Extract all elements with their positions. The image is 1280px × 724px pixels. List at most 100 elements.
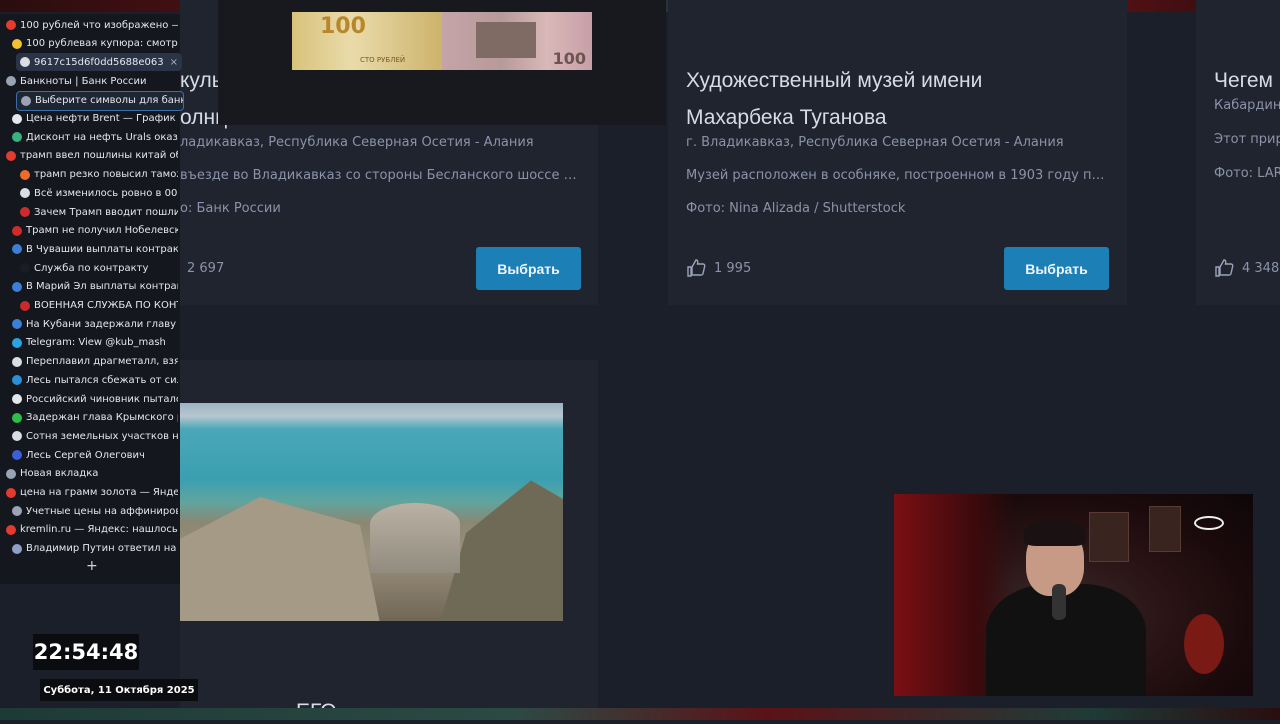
browser-tab[interactable]: Банкноты | Банк России xyxy=(6,72,178,90)
card-title-line1: Чегем xyxy=(1214,69,1273,92)
tab-label: Telegram: View @kub_mash xyxy=(26,337,166,349)
tab-label: В Чувашии выплаты контракт xyxy=(26,243,178,255)
tab-label: трамп ввел пошлины китай об xyxy=(20,150,178,162)
thumbs-up-icon xyxy=(1215,259,1234,277)
browser-tab[interactable]: Переплавил драгметалл, взял xyxy=(12,353,178,371)
tab-label: Владимир Путин ответил на во xyxy=(26,543,178,555)
tab-favicon-icon xyxy=(20,188,30,199)
browser-tab[interactable]: цена на грамм золота — Яндекс xyxy=(6,484,178,502)
likes-count: 4 348 xyxy=(1242,260,1280,276)
tab-favicon-icon xyxy=(12,412,22,423)
clock-time: 22:54:48 xyxy=(33,634,139,670)
tab-favicon-icon xyxy=(20,207,30,217)
tab-label: Новая вкладка xyxy=(20,468,99,480)
browser-tab[interactable]: Telegram: View @kub_mash xyxy=(12,334,178,352)
tab-label: Трамп не получил Нобелевску xyxy=(26,225,178,237)
close-tab-icon[interactable]: × xyxy=(170,57,178,68)
browser-tab[interactable]: Задержан глава Крымского ра xyxy=(12,409,178,427)
tab-label: kremlin.ru — Яндекс: нашлось 14 xyxy=(20,524,178,536)
card-description: Музей расположен в особняке, построенном… xyxy=(686,168,1108,183)
browser-tab[interactable]: трамп ввел пошлины китай об xyxy=(6,147,178,165)
wall-frame xyxy=(1149,506,1181,552)
tab-label: трамп резко повысил тамож xyxy=(34,169,178,181)
tab-label: Зачем Трамп вводит пошлин xyxy=(34,206,178,218)
tab-label: 9617c15d6f0dd5688e063 xyxy=(34,56,164,68)
browser-tab[interactable]: kremlin.ru — Яндекс: нашлось 14 xyxy=(6,521,178,539)
card-photo-credit: Фото: Nina Alizada / Shutterstock xyxy=(686,201,906,216)
tab-favicon-icon xyxy=(12,375,22,386)
dam-reservoir-photo xyxy=(180,403,563,621)
browser-tab[interactable]: Трамп не получил Нобелевску xyxy=(12,222,178,240)
new-tab-button[interactable]: + xyxy=(86,558,98,574)
tab-favicon-icon xyxy=(12,394,22,404)
tab-label: Лесь пытался сбежать от сило xyxy=(26,374,178,386)
browser-tab[interactable]: Выберите символы для банк xyxy=(16,90,184,111)
browser-tab[interactable]: Зачем Трамп вводит пошлин xyxy=(20,203,178,221)
browser-tab[interactable]: Учетные цены на аффинирова xyxy=(12,502,178,520)
tab-favicon-icon xyxy=(6,20,16,30)
browser-tab[interactable]: 100 рублей что изображено — Я xyxy=(6,16,178,34)
person-hair xyxy=(1024,520,1086,546)
tab-favicon-icon xyxy=(6,150,16,161)
card-likes[interactable]: 2 697 xyxy=(187,261,224,276)
browser-tab[interactable]: Лесь Сергей Олегович xyxy=(12,446,178,464)
tab-favicon-icon xyxy=(12,38,22,49)
browser-tab[interactable]: В Марий Эл выплаты контракт xyxy=(12,278,178,296)
tab-favicon-icon xyxy=(20,300,30,311)
card-description: въезде во Владикавказ со стороны Бесланс… xyxy=(180,168,580,183)
browser-tab[interactable]: Служба по контракту xyxy=(20,259,178,277)
card-likes[interactable]: 1 995 xyxy=(686,259,751,277)
card-location: ладикавказ, Республика Северная Осетия -… xyxy=(180,135,534,150)
rock-shape xyxy=(180,497,380,621)
browser-tab[interactable]: Цена нефти Brent — График UK xyxy=(12,110,178,128)
browser-tab[interactable]: ВОЕННАЯ СЛУЖБА ПО КОНТ xyxy=(20,297,178,315)
browser-tab[interactable]: Владимир Путин ответил на во xyxy=(12,540,178,558)
tab-favicon-icon xyxy=(20,263,30,274)
tab-favicon-icon xyxy=(12,132,22,143)
banknote-value: 100 xyxy=(320,14,366,39)
browser-tab[interactable]: 100 рублевая купюра: смотрит xyxy=(12,35,178,53)
browser-tab[interactable]: Дисконт на нефть Urals оказал xyxy=(12,128,178,146)
browser-tab[interactable]: Сотня земельных участков на xyxy=(12,427,178,445)
webcam-feed xyxy=(894,494,1253,696)
tab-favicon-icon xyxy=(12,319,22,330)
choose-button[interactable]: Выбрать xyxy=(476,247,581,290)
tab-label: 100 рублевая купюра: смотрит xyxy=(26,38,178,50)
browser-tab[interactable]: трамп резко повысил тамож xyxy=(20,166,178,184)
tab-label: Переплавил драгметалл, взял xyxy=(26,356,178,368)
browser-tab[interactable]: 9617c15d6f0dd5688e063 × xyxy=(16,53,182,72)
building-image xyxy=(476,22,536,58)
tab-favicon-icon xyxy=(12,281,22,292)
tab-label: ВОЕННАЯ СЛУЖБА ПО КОНТ xyxy=(34,300,178,311)
tab-label: Выберите символы для банк xyxy=(35,95,184,107)
place-card-3: Чегем Кабардино Этот приро Фото: LAR 4 3… xyxy=(1196,0,1280,305)
browser-tab[interactable]: Лесь пытался сбежать от сило xyxy=(12,371,178,389)
tab-label: Учетные цены на аффинирова xyxy=(26,505,178,517)
card-description: Этот приро xyxy=(1214,132,1280,147)
browser-tab[interactable]: В Чувашии выплаты контракт xyxy=(12,240,178,258)
tab-favicon-icon xyxy=(6,487,16,498)
tab-label: На Кубани задержали главу Кр xyxy=(26,318,178,330)
tab-label: Российский чиновник пытался xyxy=(26,393,178,405)
tab-label: Сотня земельных участков на xyxy=(26,430,178,442)
banknote-front-image: 100 СТО РУБЛЕЙ xyxy=(292,12,442,70)
tab-favicon-icon xyxy=(12,244,22,255)
dam-wall-shape xyxy=(370,503,460,573)
browser-tab[interactable]: Российский чиновник пытался xyxy=(12,390,178,408)
tab-label: Служба по контракту xyxy=(34,262,149,274)
wall-frame xyxy=(1089,512,1129,562)
microphone xyxy=(1052,584,1066,620)
card-title-line1: Художественный музей имени xyxy=(686,69,983,92)
choose-button[interactable]: Выбрать xyxy=(1004,247,1109,290)
card-likes[interactable]: 4 348 xyxy=(1214,259,1279,277)
likes-count: 1 995 xyxy=(714,260,752,276)
lamp xyxy=(1184,614,1224,674)
browser-tab[interactable]: Всё изменилось ровно в 00:0 xyxy=(20,184,178,202)
browser-tab[interactable]: На Кубани задержали главу Кр xyxy=(12,315,178,333)
clock-date: Суббота, 11 Октября 2025 xyxy=(40,679,198,701)
card-title-line1: куль xyxy=(180,69,223,92)
banknote-value: 100 xyxy=(552,49,586,68)
banknote-back-image: 100 xyxy=(442,12,592,70)
browser-tab[interactable]: Новая вкладка xyxy=(6,465,178,483)
tab-favicon-icon xyxy=(12,543,22,554)
